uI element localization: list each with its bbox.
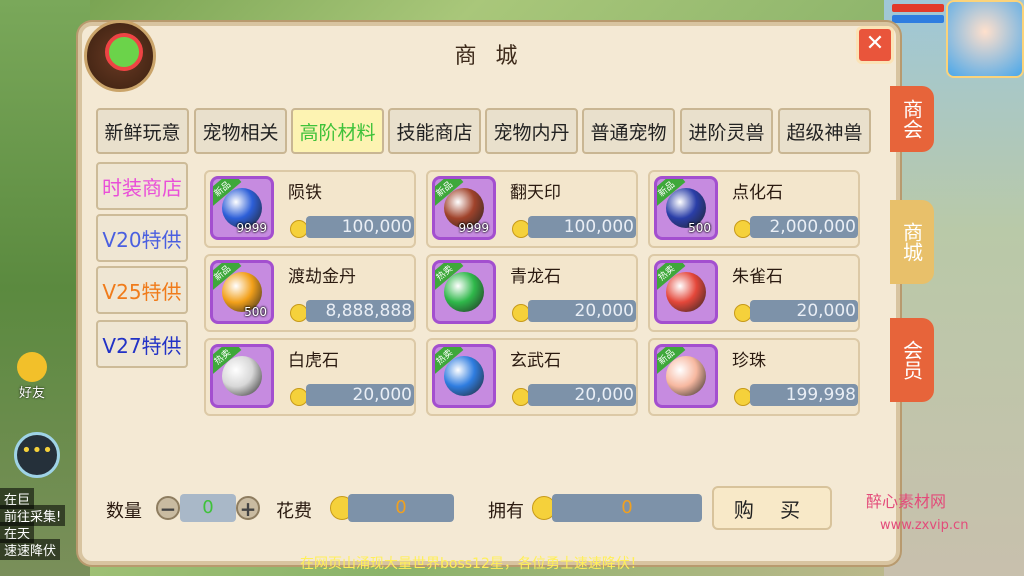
item-price: 2,000,000 — [750, 216, 858, 238]
friend-button[interactable]: 好友 — [10, 352, 54, 401]
item-name: 珍珠 — [732, 351, 766, 371]
item-price: 199,998 — [750, 384, 858, 406]
item-image: 新品 500 — [654, 176, 718, 240]
side-tab-0[interactable]: 时装商店 — [96, 162, 188, 210]
tab-3[interactable]: 技能商店 — [388, 108, 481, 154]
side-tab-2[interactable]: V25特供 — [96, 266, 188, 314]
buy-button[interactable]: 购 买 — [712, 486, 832, 530]
right-tab-0[interactable]: 商会 — [890, 86, 934, 152]
item-image: 热卖 — [210, 344, 274, 408]
item-stack-count: 9999 — [236, 221, 267, 235]
item-card[interactable]: 热卖 青龙石 20,000 — [426, 254, 638, 332]
chat-bubble-icon[interactable]: ••• — [14, 432, 60, 478]
item-gem-icon — [444, 272, 484, 312]
own-label: 拥有 — [488, 501, 524, 522]
tab-0[interactable]: 新鲜玩意 — [96, 108, 189, 154]
tab-1[interactable]: 宠物相关 — [194, 108, 287, 154]
own-value: 0 — [552, 494, 702, 522]
item-price: 8,888,888 — [306, 300, 414, 322]
item-gem-icon — [222, 356, 262, 396]
item-image: 热卖 — [432, 344, 496, 408]
quantity-label: 数量 — [106, 501, 142, 522]
item-name: 渡劫金丹 — [288, 267, 356, 287]
item-name: 朱雀石 — [732, 267, 783, 287]
cost-label: 花费 — [276, 501, 312, 522]
right-tab-2[interactable]: 会员 — [890, 318, 934, 402]
item-name: 翻天印 — [510, 183, 561, 203]
item-card[interactable]: 新品 500 渡劫金丹 8,888,888 — [204, 254, 416, 332]
tab-7[interactable]: 超级神兽 — [778, 108, 871, 154]
item-image: 热卖 — [432, 260, 496, 324]
tab-2[interactable]: 高阶材料 — [291, 108, 384, 154]
player-avatar[interactable] — [946, 0, 1024, 78]
tab-6[interactable]: 进阶灵兽 — [680, 108, 773, 154]
item-name: 青龙石 — [510, 267, 561, 287]
item-image: 新品 9999 — [432, 176, 496, 240]
item-stack-count: 500 — [244, 305, 267, 319]
friend-label: 好友 — [18, 386, 45, 401]
item-price: 20,000 — [528, 384, 636, 406]
quantity-field[interactable]: 0 — [180, 494, 236, 522]
item-card[interactable]: 新品 500 点化石 2,000,000 — [648, 170, 860, 248]
item-card[interactable]: 新品 9999 陨铁 100,000 — [204, 170, 416, 248]
tab-4[interactable]: 宠物内丹 — [485, 108, 578, 154]
side-tab-1[interactable]: V20特供 — [96, 214, 188, 262]
close-button[interactable]: ✕ — [856, 26, 894, 64]
item-image: 新品 9999 — [210, 176, 274, 240]
item-price: 100,000 — [528, 216, 636, 238]
item-image: 新品 — [654, 344, 718, 408]
item-gem-icon — [666, 356, 706, 396]
shop-emblem-icon — [84, 20, 156, 92]
item-image: 热卖 — [654, 260, 718, 324]
item-card[interactable]: 热卖 玄武石 20,000 — [426, 338, 638, 416]
cost-value: 0 — [348, 494, 454, 522]
item-stack-count: 9999 — [458, 221, 489, 235]
item-price: 20,000 — [750, 300, 858, 322]
watermark-url: www.zxvip.cn — [880, 518, 969, 533]
system-ticker: 在网页山涌现大量世界boss12星，各位勇士速速降伏！ — [300, 556, 644, 572]
item-gem-icon — [666, 272, 706, 312]
item-card[interactable]: 热卖 白虎石 20,000 — [204, 338, 416, 416]
item-image: 新品 500 — [210, 260, 274, 324]
right-tab-1[interactable]: 商城 — [890, 200, 934, 284]
item-card[interactable]: 新品 9999 翻天印 100,000 — [426, 170, 638, 248]
chat-line: 速速降伏 — [0, 539, 61, 560]
watermark: 醉心素材网 — [866, 492, 947, 511]
item-name: 白虎石 — [288, 351, 339, 371]
friend-icon — [17, 352, 47, 382]
item-name: 玄武石 — [510, 351, 561, 371]
player-status-bars — [892, 4, 944, 28]
item-price: 20,000 — [306, 384, 414, 406]
item-stack-count: 500 — [688, 221, 711, 235]
quantity-plus-button[interactable]: + — [236, 496, 260, 520]
item-price: 20,000 — [528, 300, 636, 322]
item-name: 陨铁 — [288, 183, 322, 203]
panel-title: 商 城 — [454, 44, 524, 69]
item-name: 点化石 — [732, 183, 783, 203]
side-tab-3[interactable]: V27特供 — [96, 320, 188, 368]
tab-5[interactable]: 普通宠物 — [582, 108, 675, 154]
item-gem-icon — [444, 356, 484, 396]
item-price: 100,000 — [306, 216, 414, 238]
item-card[interactable]: 新品 珍珠 199,998 — [648, 338, 860, 416]
quantity-minus-button[interactable]: − — [156, 496, 180, 520]
item-card[interactable]: 热卖 朱雀石 20,000 — [648, 254, 860, 332]
